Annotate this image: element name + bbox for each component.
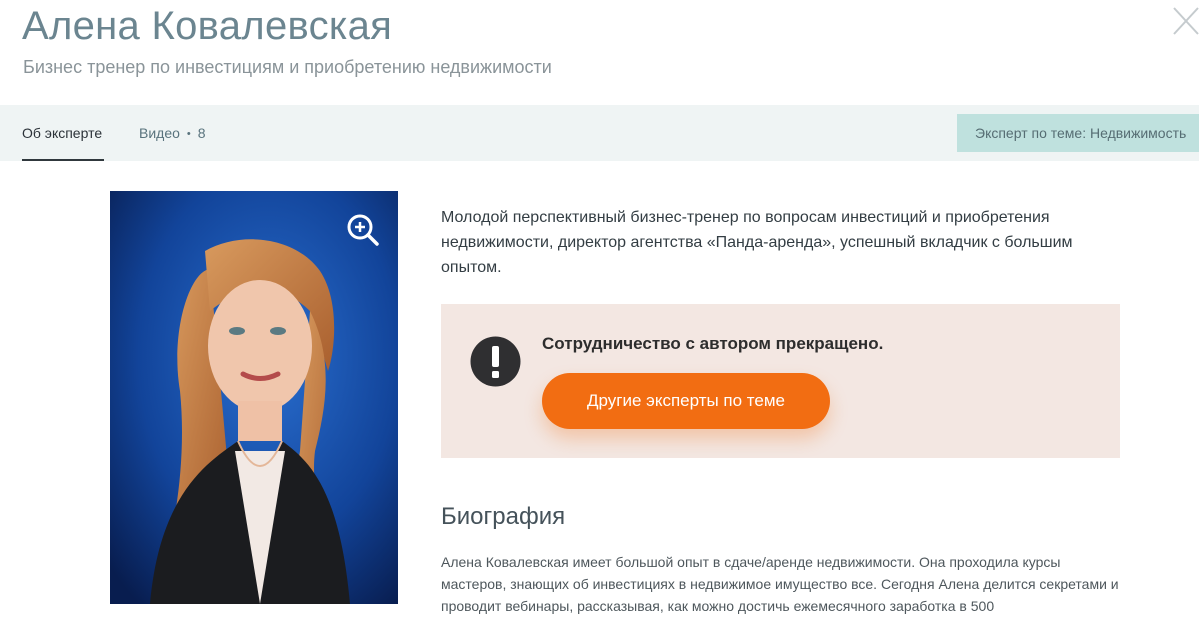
expert-name: Алена Ковалевская (22, 4, 393, 48)
expert-header: Алена Ковалевская Бизнес тренер по инвес… (0, 0, 1199, 105)
close-icon[interactable] (1172, 6, 1199, 36)
biography-text: Алена Ковалевская имеет большой опыт в с… (441, 554, 1119, 614)
tab-video[interactable]: Видео • 8 (139, 105, 206, 161)
tab-video-separator: • (186, 128, 191, 140)
tab-video-count: 8 (197, 125, 206, 141)
notice-box: Сотрудничество с автором прекращено. Дру… (441, 304, 1120, 458)
biography-title: Биография (441, 503, 566, 530)
exclamation-icon (470, 336, 521, 387)
expert-subtitle: Бизнес тренер по инвестициям и приобрете… (23, 57, 552, 77)
expert-intro: Молодой перспективный бизнес-тренер по в… (441, 209, 1073, 276)
other-experts-button[interactable]: Другие эксперты по теме (542, 373, 830, 429)
tab-video-label: Видео (139, 125, 180, 141)
zoom-in-icon[interactable] (346, 213, 380, 247)
tab-about-expert[interactable]: Об эксперте (22, 105, 104, 161)
notice-text: Сотрудничество с автором прекращено. (542, 334, 884, 353)
tab-about-expert-label: Об эксперте (22, 125, 103, 141)
expert-photo[interactable] (110, 191, 398, 604)
topic-badge[interactable]: Эксперт по теме: Недвижимость (957, 114, 1199, 152)
